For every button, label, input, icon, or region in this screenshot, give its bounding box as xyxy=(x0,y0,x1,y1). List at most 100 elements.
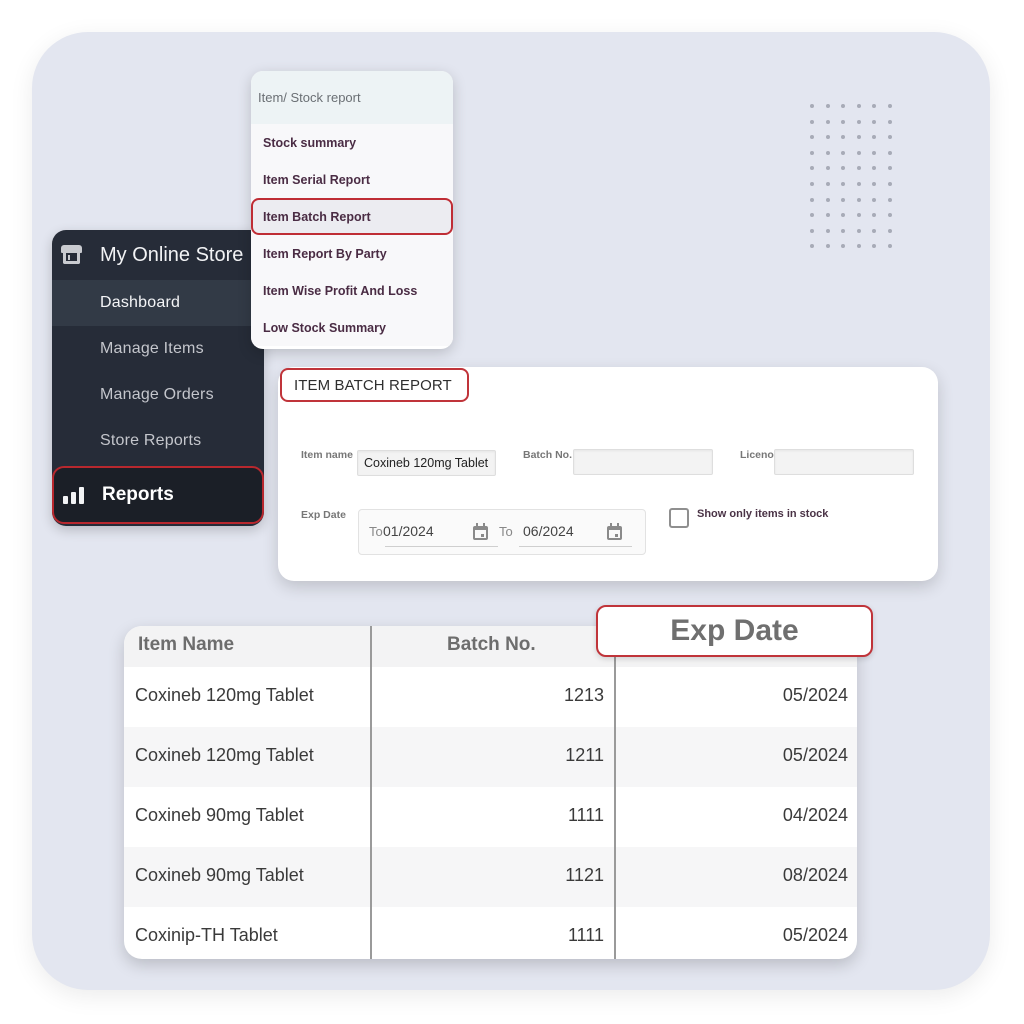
decorative-dot xyxy=(887,244,892,249)
decorative-dot xyxy=(856,119,861,124)
decorative-dot xyxy=(841,182,845,186)
decorative-dot xyxy=(856,150,861,155)
decorative-dot xyxy=(887,104,892,108)
decorative-dot-grid xyxy=(808,102,898,252)
from-underline xyxy=(385,546,498,547)
menu-item-item-serial-report[interactable]: Item Serial Report xyxy=(251,161,453,198)
decorative-dot xyxy=(887,135,892,140)
cell-item-name: Coxineb 90mg Tablet xyxy=(135,865,304,885)
table-row[interactable]: Coxineb 90mg Tablet 1121 08/2024 xyxy=(124,847,857,907)
sidebar-header: My Online Store xyxy=(52,230,264,280)
decorative-dot xyxy=(856,228,861,233)
batch-no-input[interactable] xyxy=(573,449,713,475)
decorative-dot xyxy=(825,182,830,186)
sidebar-item-reports[interactable]: Reports xyxy=(52,466,264,524)
decorative-dot xyxy=(841,213,845,218)
sidebar-item-label: Store Reports xyxy=(100,432,202,449)
in-stock-checkbox[interactable] xyxy=(669,508,689,528)
menu-item-item-wise-profit-and-loss[interactable]: Item Wise Profit And Loss xyxy=(251,272,453,309)
cell-batch-no: 1111 xyxy=(567,925,604,945)
decorative-dot xyxy=(856,166,861,171)
decorative-dot xyxy=(856,182,861,186)
batch-no-label: Batch No. xyxy=(523,449,573,461)
decorative-dot xyxy=(872,135,876,140)
cell-exp-date: 05/2024 xyxy=(782,925,848,945)
column-header-exp-date[interactable]: Exp Date xyxy=(596,605,873,657)
decorative-dot xyxy=(872,228,876,233)
decorative-dot xyxy=(825,197,830,202)
menu-item-item-batch-report[interactable]: Item Batch Report xyxy=(251,198,453,235)
decorative-dot xyxy=(841,166,845,171)
menu-header: Item/ Stock report xyxy=(251,71,453,124)
cell-batch-no: 1213 xyxy=(563,685,604,705)
decorative-dot xyxy=(887,166,892,171)
decorative-dot xyxy=(887,182,892,186)
decorative-dot xyxy=(810,244,814,249)
table-row[interactable]: Coxineb 90mg Tablet 1111 04/2024 xyxy=(124,787,857,847)
decorative-dot xyxy=(841,104,845,108)
decorative-dot xyxy=(810,182,814,186)
decorative-dot xyxy=(872,150,876,155)
column-header-item-name[interactable]: Item Name xyxy=(138,634,234,656)
menu-item-item-report-by-party[interactable]: Item Report By Party xyxy=(251,235,453,272)
exp-date-range: To 01/2024 To 06/2024 xyxy=(358,509,646,555)
sidebar: My Online Store Dashboard Manage Items M… xyxy=(52,230,264,526)
sidebar-item-store-reports[interactable]: Store Reports xyxy=(52,418,264,464)
decorative-dot xyxy=(856,213,861,218)
decorative-dot xyxy=(856,197,861,202)
column-header-batch-no[interactable]: Batch No. xyxy=(447,634,536,656)
decorative-dot xyxy=(825,119,830,124)
decorative-dot xyxy=(872,119,876,124)
decorative-dot xyxy=(841,150,845,155)
decorative-dot xyxy=(841,244,845,249)
decorative-dot xyxy=(841,228,845,233)
item-batch-report-form: ITEM BATCH REPORT Item name Coxineb 120m… xyxy=(278,367,938,581)
table-row[interactable]: Coxineb 120mg Tablet 1211 05/2024 xyxy=(124,727,857,787)
decorative-dot xyxy=(872,213,876,218)
calendar-icon[interactable] xyxy=(472,523,489,541)
sidebar-item-label: Manage Orders xyxy=(100,386,214,403)
exp-date-from-input[interactable]: 01/2024 xyxy=(383,523,434,539)
cell-batch-no: 1111 xyxy=(567,805,604,825)
column-divider xyxy=(370,626,372,959)
decorative-dot xyxy=(825,104,830,108)
decorative-dot xyxy=(810,135,814,140)
licence-input[interactable] xyxy=(774,449,914,475)
calendar-icon[interactable] xyxy=(606,523,623,541)
to-underline xyxy=(519,546,632,547)
cell-exp-date: 04/2024 xyxy=(782,805,848,825)
decorative-dot xyxy=(825,135,830,140)
table-row[interactable]: Coxineb 120mg Tablet 1213 05/2024 xyxy=(124,667,857,727)
decorative-dot xyxy=(825,228,830,233)
item-name-label: Item name xyxy=(301,449,353,461)
menu-item-stock-summary[interactable]: Stock summary xyxy=(251,124,453,161)
sidebar-item-dashboard[interactable]: Dashboard xyxy=(52,280,264,326)
exp-date-to-input[interactable]: 06/2024 xyxy=(523,523,574,539)
from-prefix: To xyxy=(369,524,383,539)
item-name-input[interactable]: Coxineb 120mg Tablet xyxy=(357,450,496,476)
decorative-dot xyxy=(841,197,845,202)
cell-exp-date: 08/2024 xyxy=(782,865,848,885)
decorative-dot xyxy=(887,150,892,155)
cell-item-name: Coxineb 120mg Tablet xyxy=(135,685,314,705)
decorative-dot xyxy=(887,119,892,124)
decorative-dot xyxy=(872,244,876,249)
sidebar-item-label: Reports xyxy=(102,484,174,505)
sidebar-item-manage-items[interactable]: Manage Items xyxy=(52,326,264,372)
sidebar-item-label: Dashboard xyxy=(100,294,181,311)
menu-item-low-stock-summary[interactable]: Low Stock Summary xyxy=(251,309,453,346)
decorative-dot xyxy=(856,244,861,249)
decorative-dot xyxy=(872,182,876,186)
decorative-dot xyxy=(810,228,814,233)
table-row[interactable]: Coxinip-TH Tablet 1111 05/2024 xyxy=(124,907,857,959)
cell-exp-date: 05/2024 xyxy=(782,745,848,765)
cell-batch-no: 1121 xyxy=(565,865,604,885)
sidebar-item-manage-orders[interactable]: Manage Orders xyxy=(52,372,264,418)
decorative-dot xyxy=(887,197,892,202)
decorative-dot xyxy=(825,213,830,218)
decorative-dot xyxy=(887,213,892,218)
decorative-dot xyxy=(825,244,830,249)
decorative-dot xyxy=(856,135,861,140)
cell-item-name: Coxinip-TH Tablet xyxy=(135,925,278,945)
batch-table: Item Name Batch No. Coxineb 120mg Tablet… xyxy=(124,626,857,959)
